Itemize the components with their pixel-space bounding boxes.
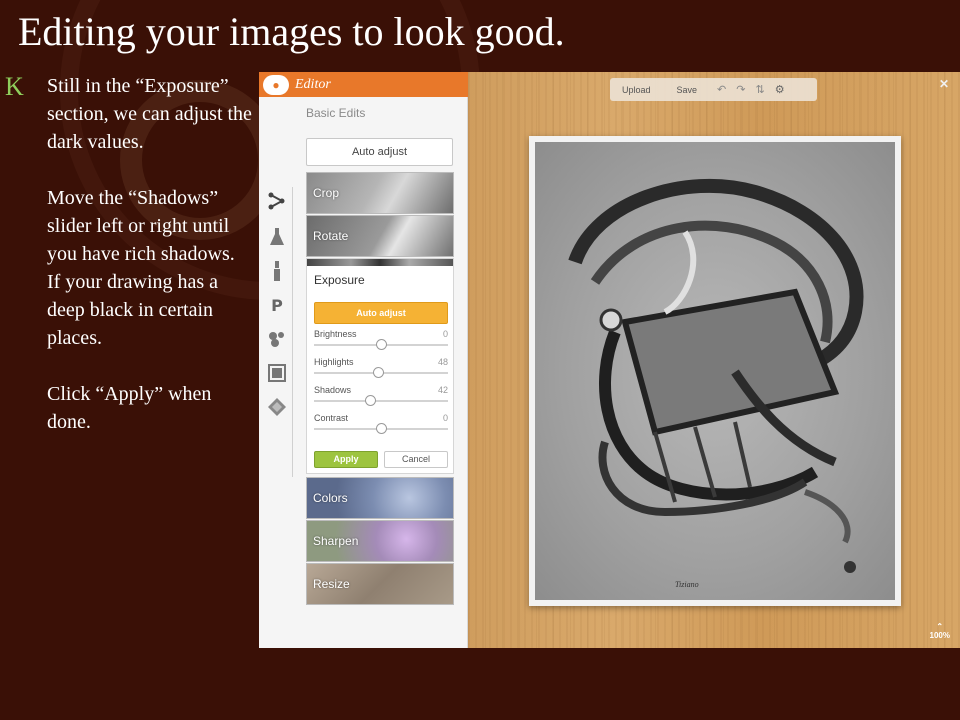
edit-panel: ● Editor P Basic Edits Auto adjust Crop … [259, 72, 468, 648]
slider-value: 48 [437, 357, 448, 367]
bullet-marker: K [5, 72, 24, 101]
exposure-thumbnail-strip [307, 259, 453, 266]
tool-tile-label: Sharpen [313, 534, 359, 548]
exposure-auto-adjust-button[interactable]: Auto adjust [314, 302, 448, 324]
tool-tile-colors[interactable]: Colors [306, 477, 454, 519]
brush-icon[interactable] [265, 259, 289, 283]
drawing-photo: Tiziano [535, 142, 895, 600]
slider-value: 0 [442, 413, 448, 423]
redo-icon[interactable]: ↷ [736, 83, 745, 96]
slider-thumb[interactable] [365, 395, 377, 406]
charcoal-helmet-drawing [568, 178, 864, 573]
history-icon[interactable]: ⇅ [755, 83, 764, 96]
overlay-icon[interactable] [265, 327, 289, 351]
instruction-paragraph: Move the “Shadows” slider left or right … [47, 187, 235, 349]
tool-tile-crop[interactable]: Crop [306, 172, 454, 214]
canvas-toolbar: Upload Save ↶ ↷ ⇅ ⚙ [610, 78, 817, 101]
instruction-paragraph: Click “Apply” when done. [47, 383, 212, 433]
image-canvas: Upload Save ↶ ↷ ⇅ ⚙ ✕ Tiziano ⌃ 100% [468, 72, 960, 648]
flask-icon[interactable] [265, 225, 289, 249]
slider-label: Contrast [314, 413, 349, 423]
slider-thumb[interactable] [376, 423, 387, 434]
close-icon[interactable]: ✕ [938, 78, 950, 90]
zoom-indicator[interactable]: ⌃ 100% [930, 622, 950, 640]
tool-tile-label: Rotate [313, 229, 349, 243]
instructions-text: Still in the “Exposure” section, we can … [47, 72, 252, 464]
editor-header: ● Editor [259, 72, 468, 97]
brightness-slider[interactable]: Brightness 0 [314, 329, 448, 353]
photo-frame: Tiziano [529, 136, 901, 606]
slider-label: Brightness [314, 329, 357, 339]
tool-tile-sharpen[interactable]: Sharpen [306, 520, 454, 562]
rail-divider [292, 187, 293, 477]
zoom-level: 100% [929, 631, 950, 640]
cancel-button[interactable]: Cancel [384, 451, 448, 468]
slider-track[interactable] [314, 400, 448, 402]
contrast-slider[interactable]: Contrast 0 [314, 413, 448, 437]
chevron-up-icon: ⌃ [936, 622, 944, 631]
exposure-panel: Exposure Auto adjust Brightness 0 Highli… [306, 258, 454, 474]
tool-tile-resize[interactable]: Resize [306, 563, 454, 605]
instruction-paragraph: Still in the “Exposure” section, we can … [47, 75, 252, 153]
section-heading: Basic Edits [306, 106, 366, 120]
slider-value: 0 [442, 329, 448, 339]
tool-rail: P [259, 97, 297, 648]
undo-icon[interactable]: ↶ [717, 83, 726, 96]
editor-app: ● Editor P Basic Edits Auto adjust Crop … [259, 72, 960, 648]
effects-icon[interactable] [265, 189, 289, 213]
slider-thumb[interactable] [376, 339, 387, 350]
tool-tile-label: Resize [313, 577, 350, 591]
artist-signature: Tiziano [675, 580, 699, 589]
shadows-slider[interactable]: Shadows 42 [314, 385, 448, 409]
text-p-icon[interactable]: P [265, 293, 289, 317]
highlights-slider[interactable]: Highlights 48 [314, 357, 448, 381]
upload-button[interactable]: Upload [622, 85, 651, 95]
slider-label: Highlights [314, 357, 354, 367]
logo-icon: ● [263, 74, 289, 95]
tool-tile-label: Crop [313, 186, 340, 200]
slider-value: 42 [437, 385, 448, 395]
exposure-title: Exposure [314, 273, 365, 287]
gear-icon[interactable]: ⚙ [775, 83, 785, 96]
slider-label: Shadows [314, 385, 352, 395]
slider-thumb[interactable] [373, 367, 385, 378]
apply-button[interactable]: Apply [314, 451, 378, 468]
editor-title: Editor [295, 76, 331, 92]
auto-adjust-button[interactable]: Auto adjust [306, 138, 453, 166]
save-button[interactable]: Save [677, 85, 698, 95]
frame-icon[interactable] [265, 361, 289, 385]
slide-title: Editing your images to look good. [18, 9, 565, 54]
tool-tile-label: Colors [313, 491, 348, 505]
tool-tile-rotate[interactable]: Rotate [306, 215, 454, 257]
texture-icon[interactable] [265, 395, 289, 419]
